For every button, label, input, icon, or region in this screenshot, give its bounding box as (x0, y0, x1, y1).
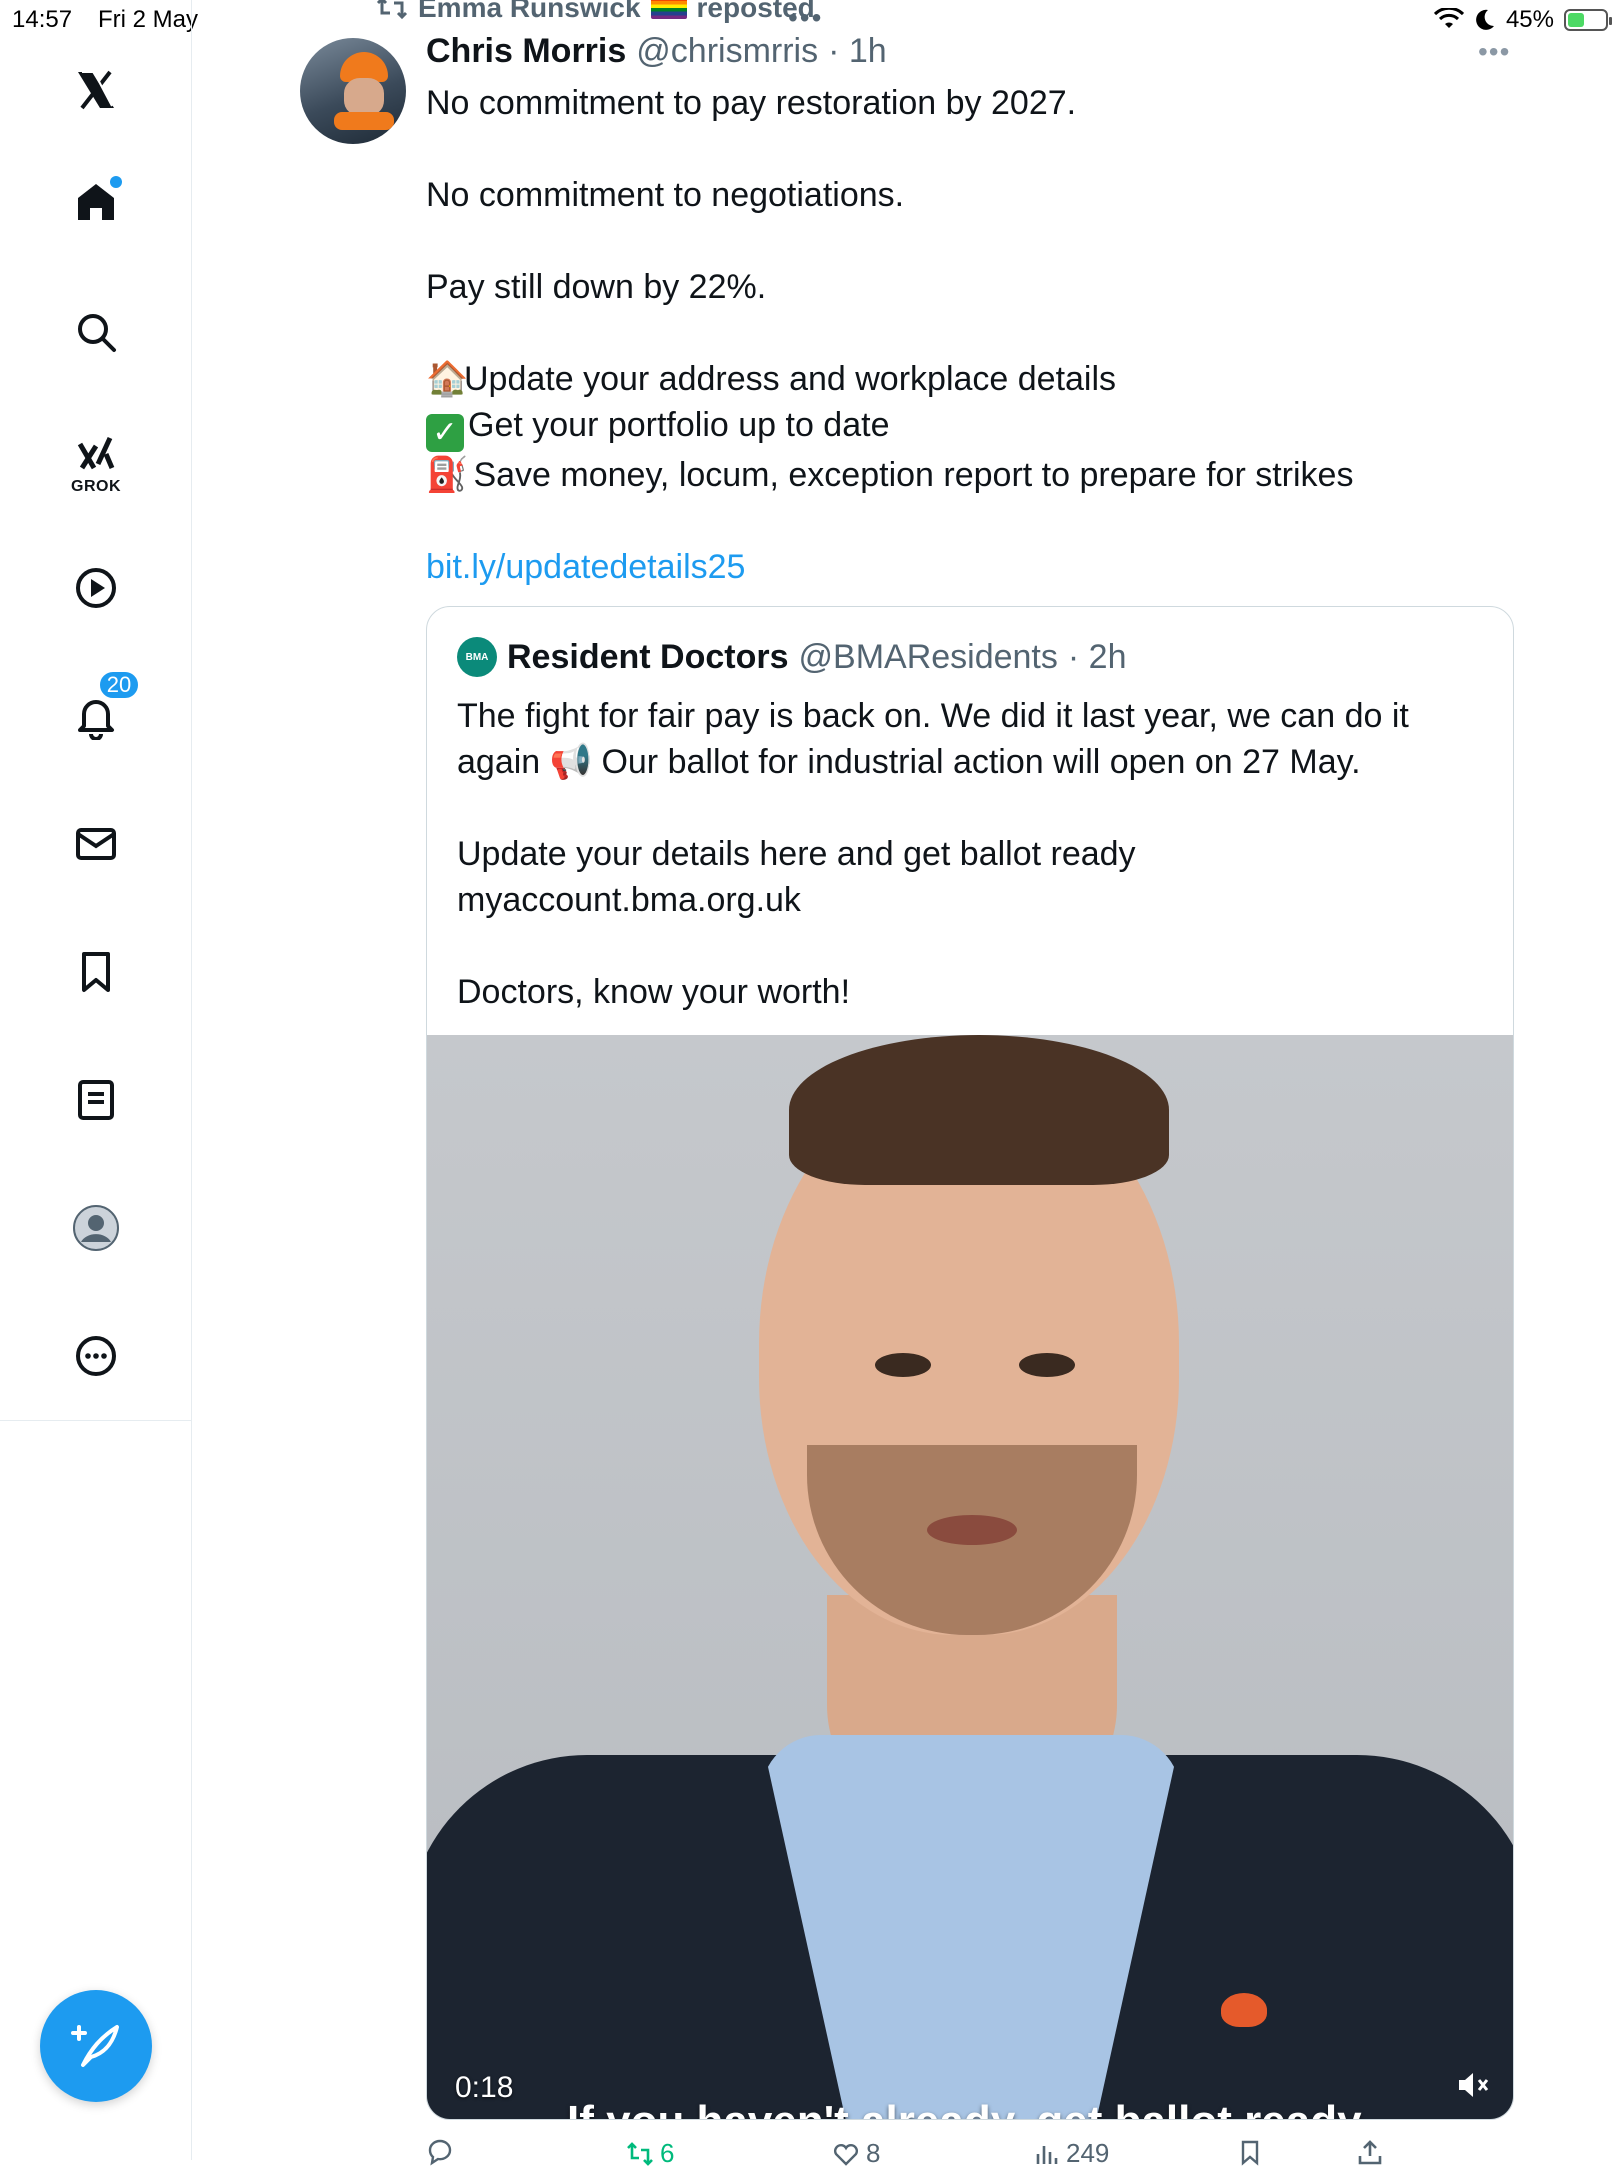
tweet-author-row: Chris Morris @chrismrris · 1h (426, 32, 887, 71)
heart-icon (833, 2143, 859, 2166)
more-icon (76, 1336, 116, 1376)
avatar-face (344, 78, 384, 116)
sidebar-divider (0, 1420, 192, 1421)
wifi-icon (1433, 8, 1464, 28)
video-hair (789, 1035, 1169, 1185)
compose-button[interactable] (40, 1990, 152, 2102)
views-icon (1036, 2145, 1058, 2164)
view-count: 249 (1066, 2138, 1110, 2168)
x-logo-icon (78, 70, 114, 110)
video-player[interactable]: 0:18 If you haven't already, get ballot … (427, 1035, 1513, 2119)
video-pin-badge (1221, 1993, 1267, 2027)
like-button[interactable]: 8 (832, 2138, 880, 2169)
retweet-icon (627, 2141, 653, 2166)
quote-line: The fight for fair pay is back on. We di… (457, 697, 1409, 735)
mute-icon[interactable] (1453, 2065, 1493, 2105)
quote-line: again (457, 743, 541, 781)
grok-icon (77, 436, 115, 470)
views-button[interactable]: 249 (1032, 2138, 1109, 2169)
quote-author-row: BMA Resident Doctors @BMAResidents · 2h (457, 637, 1126, 677)
tweet-line: Update your address and workplace detail… (464, 360, 1117, 398)
author-handle[interactable]: @chrismrris (636, 32, 818, 71)
check-icon: ✓ (426, 414, 464, 452)
nav-bookmarks[interactable] (64, 940, 128, 1004)
quote-line: Update your details here and get ballot … (457, 835, 1136, 873)
nav-more[interactable] (64, 1324, 128, 1388)
video-duration: 0:18 (455, 2071, 514, 2104)
nav-search[interactable] (64, 300, 128, 364)
nav-profile[interactable] (64, 1196, 128, 1260)
bma-logo-icon: BMA (457, 637, 497, 677)
tweet-more-icon[interactable]: ••• (1478, 36, 1510, 68)
reply-icon (428, 2139, 452, 2166)
top-more-icon[interactable]: ••• (788, 2, 823, 34)
fuel-pump-icon: ⛽ (426, 456, 469, 494)
house-icon: 🏠 (426, 360, 469, 398)
rainbow-flag-icon (650, 0, 687, 19)
author-name[interactable]: Chris Morris (426, 32, 626, 71)
moon-icon (1476, 9, 1494, 30)
bookmark-icon (82, 952, 110, 992)
avatar[interactable] (300, 38, 406, 144)
reply-button[interactable] (426, 2138, 460, 2166)
grok-label: GROK (71, 478, 121, 495)
share-button[interactable] (1356, 2138, 1384, 2166)
quote-author-name[interactable]: Resident Doctors (507, 638, 789, 677)
tweet-text: No commitment to pay restoration by 2027… (426, 80, 1516, 590)
nav-video[interactable] (64, 556, 128, 620)
repost-header: Emma Runswick reposted (376, 0, 815, 24)
sidebar-border (191, 1422, 192, 2160)
tweet-line: No commitment to pay restoration by 2027… (426, 84, 1077, 122)
search-icon (78, 314, 116, 352)
compose-icon (71, 2025, 119, 2067)
video-eye (875, 1353, 931, 1377)
like-count: 8 (866, 2138, 881, 2168)
battery-percent: 45% (1505, 6, 1554, 33)
quote-author-handle[interactable]: @BMAResidents (799, 638, 1058, 677)
mail-icon (76, 828, 116, 860)
battery-icon (1564, 9, 1612, 31)
quote-time: · 2h (1067, 637, 1127, 676)
list-icon (78, 1080, 114, 1120)
play-icon (76, 568, 116, 608)
tweet-line: Pay still down by 22%. (426, 268, 767, 306)
tweet-line: Save money, locum, exception report to p… (473, 456, 1354, 494)
home-unread-dot (110, 176, 122, 188)
megaphone-icon: 📢 (549, 743, 592, 781)
video-mouth (927, 1515, 1017, 1545)
sidebar: GROK 20 (0, 0, 192, 1422)
tweet-link[interactable]: bit.ly/updatedetails25 (426, 544, 1516, 590)
tweet-time[interactable]: · 1h (828, 32, 887, 71)
retweet-count: 6 (660, 2138, 675, 2168)
nav-messages[interactable] (64, 812, 128, 876)
video-eye (1019, 1353, 1075, 1377)
quote-line: Doctors, know your worth! (457, 973, 851, 1011)
quote-line: Our ballot for industrial action will op… (601, 743, 1361, 781)
quote-link[interactable]: myaccount.bma.org.uk (457, 877, 1487, 923)
quote-card[interactable]: BMA Resident Doctors @BMAResidents · 2h … (426, 606, 1514, 2120)
tweet-line: Get your portfolio up to date (468, 406, 890, 444)
nav-home[interactable] (64, 170, 128, 234)
status-indicators: 45% (1433, 6, 1612, 34)
nav-lists[interactable] (64, 1068, 128, 1132)
retweet-icon (376, 0, 408, 20)
video-caption: If you haven't already, get ballot ready (567, 2097, 1362, 2119)
retweet-button[interactable]: 6 (626, 2138, 674, 2169)
battery-fill (1568, 13, 1585, 27)
share-icon (1358, 2140, 1382, 2165)
nav-notifications[interactable]: 20 (64, 670, 140, 748)
bookmark-icon (1241, 2140, 1259, 2166)
repost-user[interactable]: Emma Runswick (418, 0, 641, 24)
avatar-scarf (334, 112, 394, 130)
profile-icon (73, 1205, 119, 1251)
notifications-badge: 20 (98, 670, 140, 700)
tweet-line: No commitment to negotiations. (426, 176, 905, 214)
tweet-actions: 6 8 249 (426, 2138, 1426, 2178)
bookmark-button[interactable] (1236, 2138, 1264, 2166)
x-logo-button[interactable] (64, 58, 128, 122)
quote-text: The fight for fair pay is back on. We di… (457, 693, 1487, 1015)
nav-grok[interactable]: GROK (64, 426, 128, 495)
